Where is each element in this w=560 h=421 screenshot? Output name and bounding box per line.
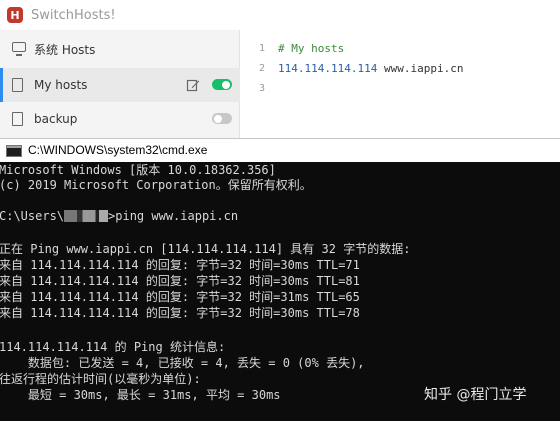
sidebar-item-my-hosts[interactable]: My hosts [0, 68, 240, 102]
editor-line: 2 114.114.114.114 www.iappi.cn [241, 59, 560, 79]
cmd-window-title: C:\WINDOWS\system32\cmd.exe [28, 143, 208, 157]
line-number: 1 [258, 43, 265, 54]
sidebar-item-label: My hosts [34, 78, 88, 92]
prompt-path: C:\Users\ [0, 209, 65, 223]
app-title: SwitchHosts! [31, 7, 116, 23]
console-line: 正在 Ping www.iappi.cn [114.114.114.114] 具… [0, 242, 411, 256]
switchhosts-titlebar: H SwitchHosts! [0, 0, 560, 30]
console-prompt-line: C:\Users\ >ping www.iappi.cn [0, 209, 238, 224]
redacted-username [64, 210, 109, 222]
hosts-sidebar: 系统 Hosts My hosts backup [0, 30, 240, 138]
sidebar-item-label: backup [34, 112, 78, 126]
line-number: 2 [258, 63, 265, 74]
prompt-command: >ping www.iappi.cn [108, 209, 239, 223]
hosts-comment: # My hosts [278, 42, 345, 55]
console-line: (c) 2019 Microsoft Corporation。保留所有权利。 [0, 178, 312, 192]
cmd-titlebar: C:\WINDOWS\system32\cmd.exe [0, 138, 560, 162]
editor-line: 1 # My hosts [241, 39, 560, 59]
terminal-icon [6, 145, 22, 157]
edit-icon[interactable] [186, 78, 200, 92]
console-output[interactable]: Microsoft Windows [版本 10.0.18362.356] (c… [0, 162, 560, 421]
line-number: 3 [258, 83, 265, 94]
sidebar-item-label: 系统 Hosts [34, 42, 96, 57]
console-line: 来自 114.114.114.114 的回复: 字节=32 时间=30ms TT… [0, 274, 360, 288]
hosts-ip: 114.114.114.114 [278, 62, 378, 75]
cmd-window: C:\WINDOWS\system32\cmd.exe Microsoft Wi… [0, 138, 560, 421]
file-icon [12, 78, 23, 92]
console-line: 114.114.114.114 的 Ping 统计信息: [0, 340, 226, 354]
file-icon [12, 112, 23, 126]
monitor-icon [12, 42, 26, 56]
hosts-domain: www.iappi.cn [377, 62, 464, 75]
my-hosts-toggle[interactable] [212, 79, 232, 90]
backup-toggle[interactable] [212, 113, 232, 124]
console-line: 数据包: 已发送 = 4, 已接收 = 4, 丢失 = 0 (0% 丢失), [0, 356, 365, 370]
console-line: 最短 = 30ms, 最长 = 31ms, 平均 = 30ms [0, 388, 281, 402]
watermark: 知乎 @程门立学 [424, 387, 527, 403]
sidebar-item-backup[interactable]: backup [0, 102, 240, 136]
hosts-entry: 114.114.114.114 www.iappi.cn [278, 59, 463, 79]
sidebar-item-system-hosts[interactable]: 系统 Hosts [0, 32, 240, 66]
console-line: 来自 114.114.114.114 的回复: 字节=32 时间=31ms TT… [0, 290, 360, 304]
console-line: 往返行程的估计时间(以毫秒为单位): [0, 372, 201, 386]
switchhosts-logo-icon: H [7, 7, 23, 23]
console-line: 来自 114.114.114.114 的回复: 字节=32 时间=30ms TT… [0, 258, 360, 272]
hosts-editor[interactable]: 1 # My hosts 2 114.114.114.114 www.iappi… [241, 30, 560, 138]
toggle-knob [214, 114, 222, 123]
editor-line: 3 [241, 79, 560, 99]
toggle-knob [222, 80, 230, 89]
console-line: Microsoft Windows [版本 10.0.18362.356] [0, 163, 276, 177]
switchhosts-window: H SwitchHosts! 系统 Hosts My hosts backup … [0, 0, 560, 138]
console-line: 来自 114.114.114.114 的回复: 字节=32 时间=30ms TT… [0, 306, 360, 320]
